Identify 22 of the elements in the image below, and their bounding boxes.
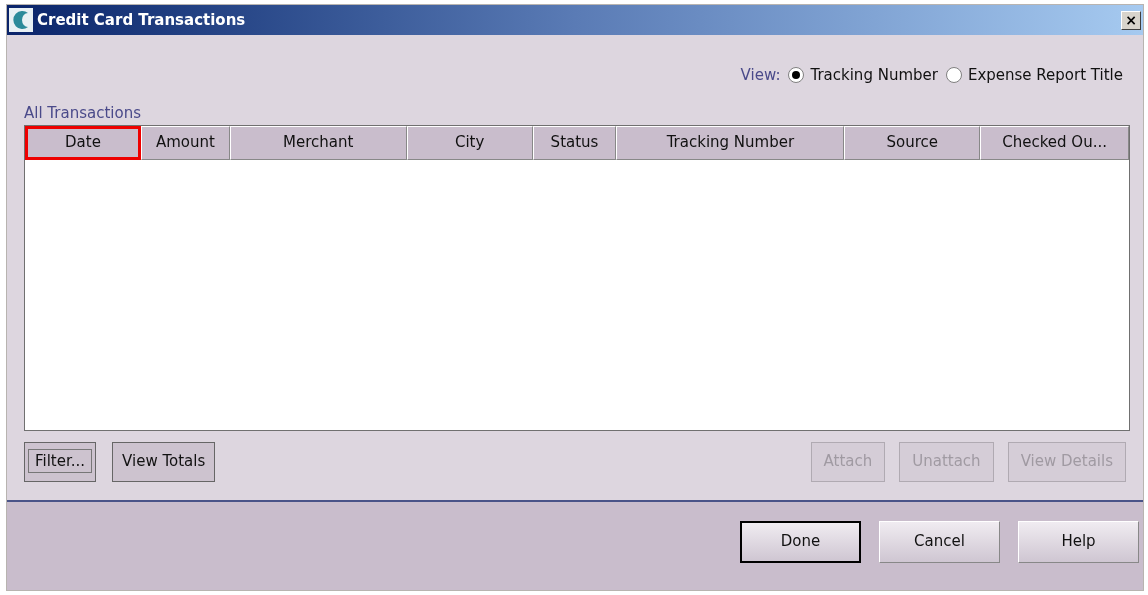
dialog-button[interactable]: Help	[1018, 520, 1139, 563]
column-header[interactable]: City	[406, 125, 533, 160]
radio-button[interactable]	[788, 67, 805, 84]
column-header[interactable]: Merchant	[229, 125, 407, 160]
radio-label: Tracking Number	[810, 65, 938, 86]
view-label: View:	[740, 65, 781, 86]
column-header[interactable]: Date	[25, 125, 141, 160]
column-header[interactable]: Amount	[140, 125, 230, 160]
dialog-button[interactable]: Cancel	[879, 520, 1000, 563]
radio-button[interactable]	[945, 67, 962, 84]
app-logo-icon	[9, 8, 33, 32]
action-button[interactable]: View Totals	[112, 441, 216, 482]
action-button[interactable]: Filter...	[24, 441, 97, 482]
column-header[interactable]: Tracking Number	[616, 125, 845, 160]
section-title: All Transactions	[24, 103, 142, 122]
dialog-button[interactable]: Done	[740, 520, 861, 563]
column-header[interactable]: Status	[532, 125, 617, 160]
radio-label: Expense Report Title	[967, 65, 1123, 86]
window-title: Credit Card Transactions	[37, 9, 247, 31]
column-header[interactable]: Checked Ou...	[980, 125, 1129, 160]
column-header[interactable]: Source	[844, 125, 981, 160]
close-button[interactable]: ×	[1121, 10, 1141, 30]
